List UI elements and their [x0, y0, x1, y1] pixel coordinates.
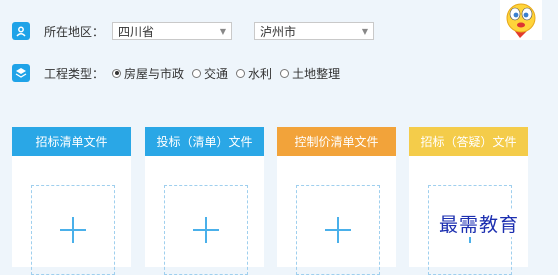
radio-transport[interactable]: 交通 [192, 65, 228, 82]
project-type-label: 工程类型： [44, 66, 105, 81]
chevron-down-icon: ▼ [361, 26, 369, 36]
mascot-icon[interactable] [500, 0, 542, 40]
location-icon [12, 22, 30, 40]
radio-button[interactable] [236, 68, 246, 78]
plus-icon [60, 217, 86, 243]
radio-label: 水利 [248, 66, 273, 81]
upload-dropzone[interactable] [31, 185, 115, 275]
chevron-down-icon: ▼ [219, 26, 227, 36]
project-type-row: 工程类型： 房屋与市政 交通 水利 土地整理 [12, 64, 348, 82]
region-row: 所在地区： 四川省 ▼ 泸州市 ▼ [12, 22, 375, 40]
radio-button[interactable] [112, 68, 122, 78]
radio-label: 交通 [204, 66, 229, 81]
upload-dropzone[interactable] [164, 185, 248, 275]
upload-card-control-price: 控制价清单文件 [277, 127, 396, 275]
upload-card-tender-list: 招标清单文件 [12, 127, 131, 275]
plus-icon [193, 217, 219, 243]
radio-button[interactable] [280, 68, 290, 78]
card-header: 控制价清单文件 [277, 127, 396, 156]
radio-water[interactable]: 水利 [236, 65, 272, 82]
plus-icon [325, 217, 351, 243]
province-select[interactable]: 四川省 ▼ [112, 22, 233, 40]
layers-icon [12, 64, 30, 82]
radio-label: 土地整理 [292, 66, 341, 81]
city-value: 泸州市 [260, 24, 297, 39]
card-header: 招标清单文件 [12, 127, 131, 156]
upload-card-bid: 投标（清单）文件 [145, 127, 264, 275]
upload-card-qa: 招标（答疑）文件 [409, 127, 528, 275]
radio-housing[interactable]: 房屋与市政 [112, 65, 184, 82]
card-header: 投标（清单）文件 [145, 127, 264, 156]
radio-label: 房屋与市政 [124, 66, 185, 81]
province-value: 四川省 [118, 24, 155, 39]
region-label: 所在地区： [44, 24, 105, 39]
radio-button[interactable] [192, 68, 202, 78]
upload-dropzone[interactable] [296, 185, 380, 275]
radio-land[interactable]: 土地整理 [280, 65, 340, 82]
card-header: 招标（答疑）文件 [409, 127, 528, 156]
watermark-text: 最需教育 [437, 210, 522, 237]
city-select[interactable]: 泸州市 ▼ [254, 22, 375, 40]
